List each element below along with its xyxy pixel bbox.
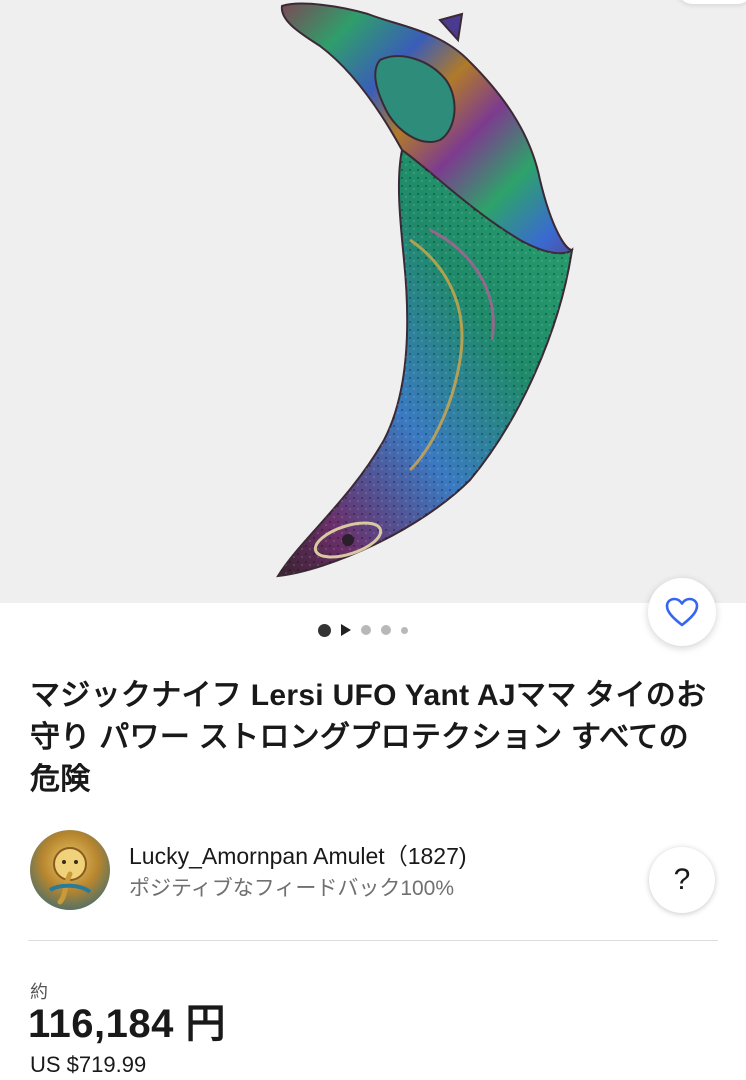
price-jpy: 116,184 円 bbox=[28, 1002, 226, 1046]
seller-name[interactable]: Lucky_Amornpan Amulet（1827) bbox=[129, 837, 467, 871]
seller-avatar[interactable] bbox=[30, 830, 110, 910]
product-image-area[interactable] bbox=[0, 0, 746, 603]
heart-icon bbox=[665, 597, 699, 627]
carousel-dot-active[interactable] bbox=[318, 623, 331, 637]
carousel-dot[interactable] bbox=[361, 625, 371, 635]
seller-feedback: ポジティブなフィードバック100% bbox=[129, 877, 455, 900]
image-carousel-indicator[interactable] bbox=[318, 620, 408, 640]
carousel-dot[interactable] bbox=[401, 626, 408, 634]
listing-title: マジックナイフ Lersi UFO Yant AJママ タイのお守り パワー ス… bbox=[30, 679, 707, 796]
carousel-dot[interactable] bbox=[381, 625, 391, 635]
seller-info[interactable]: Lucky_Amornpan Amulet（1827) ポジティブなフィードバッ… bbox=[30, 830, 718, 913]
divider bbox=[28, 940, 718, 941]
play-icon[interactable] bbox=[341, 624, 351, 636]
amulet-knife-image bbox=[276, 2, 574, 578]
question-mark-icon: ? bbox=[673, 863, 691, 896]
price-usd: US $719.99 bbox=[30, 1052, 147, 1077]
ganesha-avatar-icon bbox=[30, 830, 110, 910]
watch-button[interactable] bbox=[648, 578, 716, 646]
help-button[interactable]: ? bbox=[649, 847, 715, 913]
